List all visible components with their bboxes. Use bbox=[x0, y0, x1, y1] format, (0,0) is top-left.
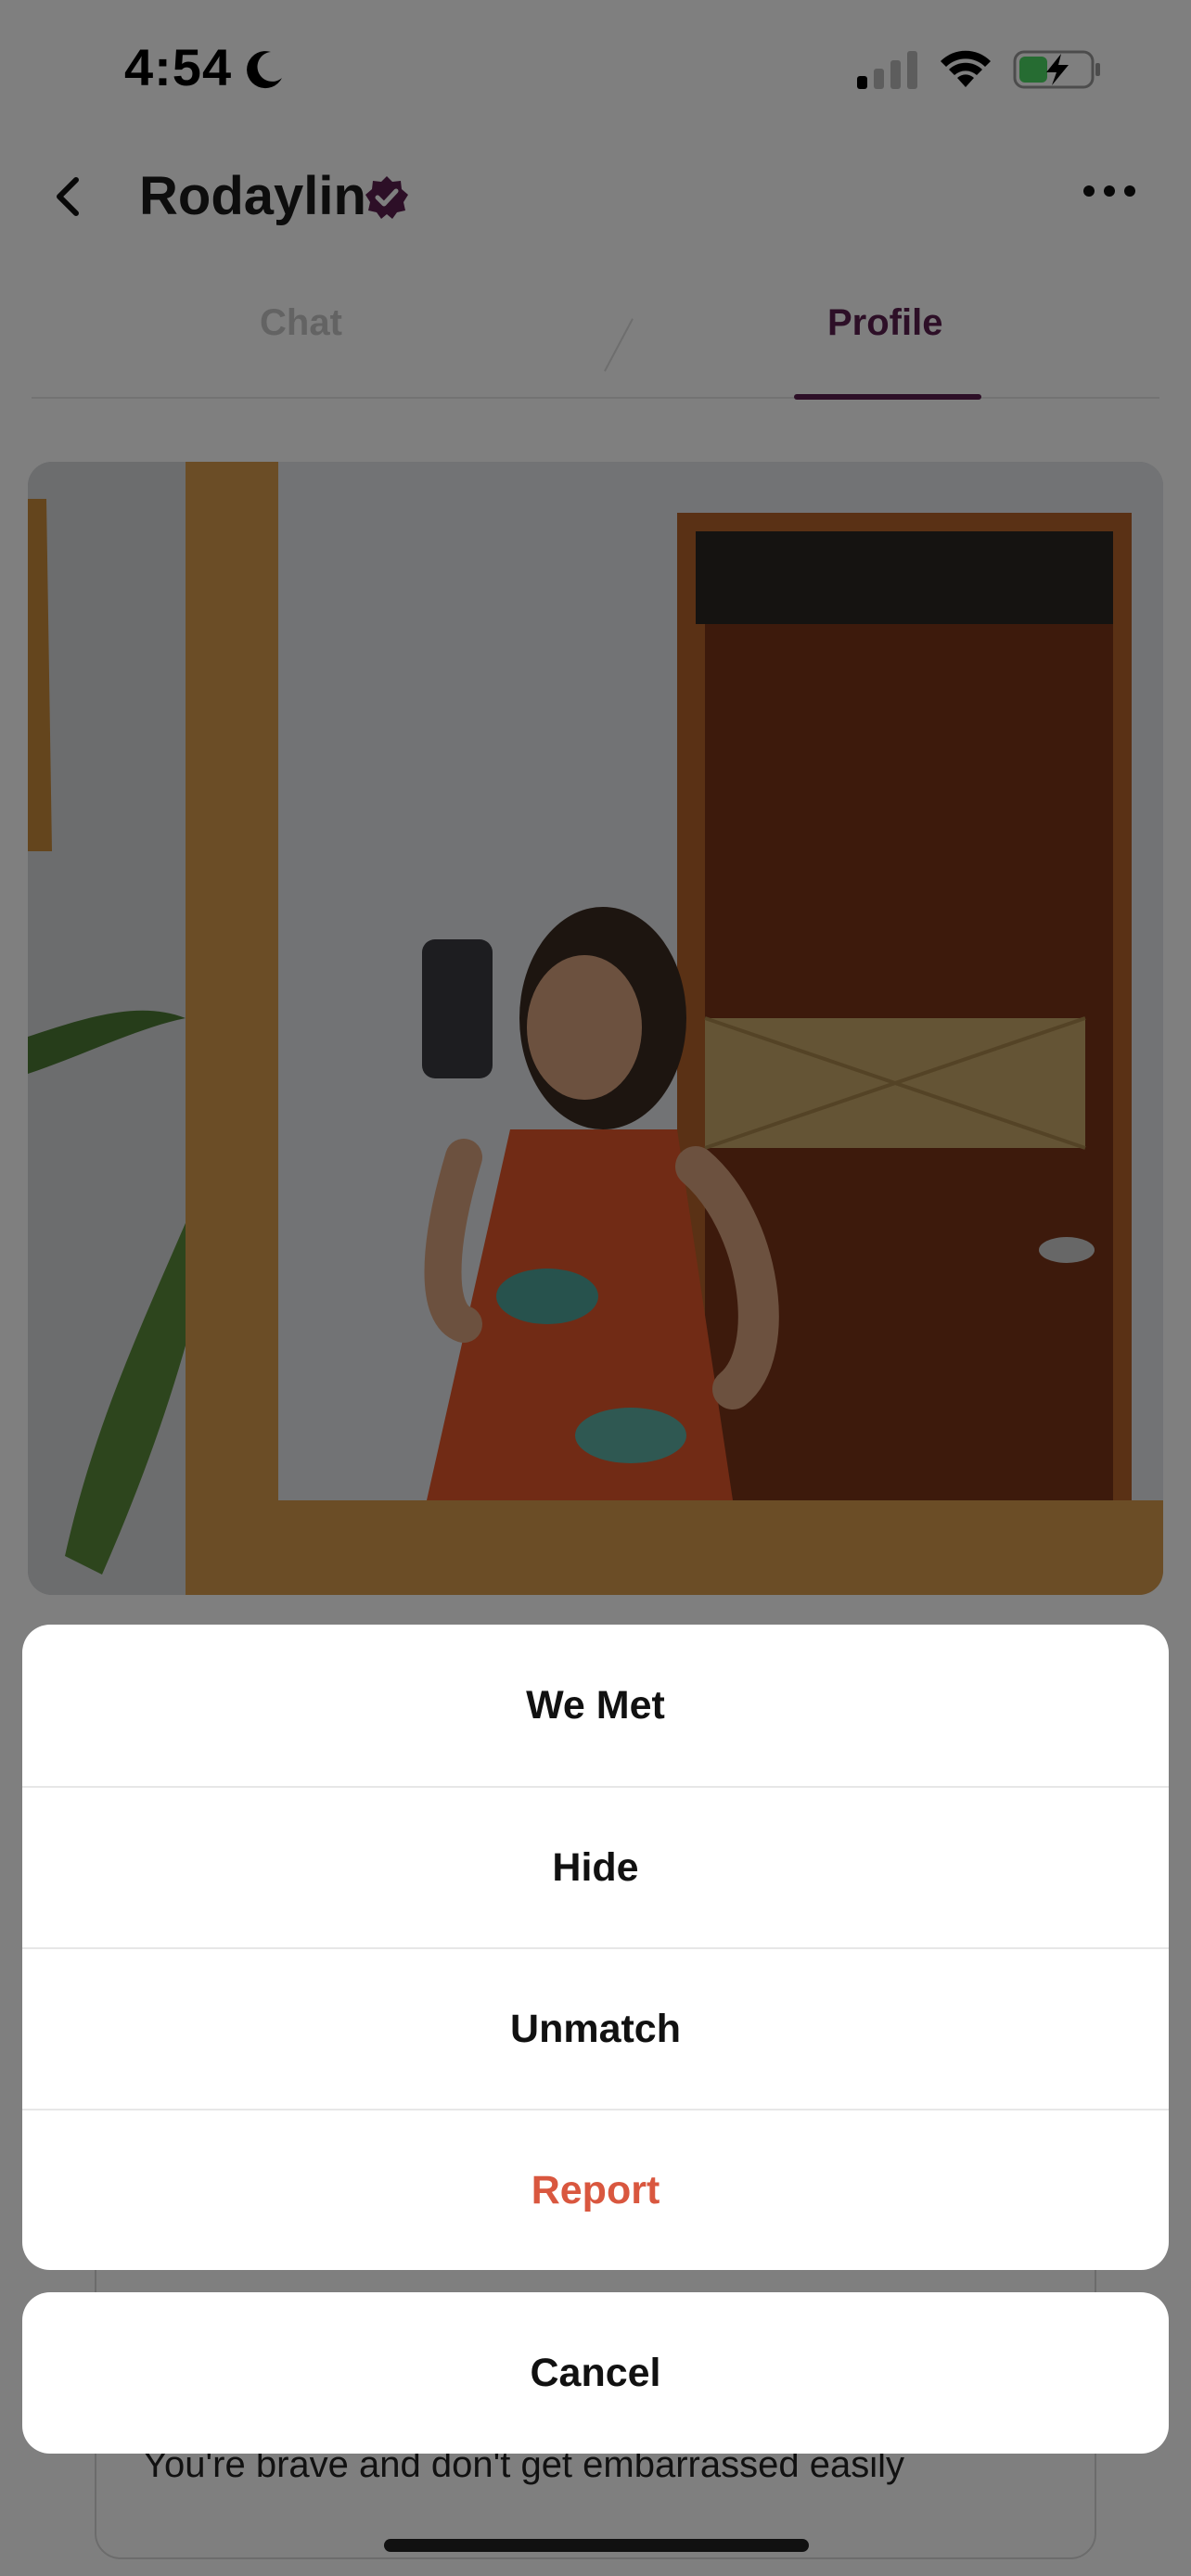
hide-button[interactable]: Hide bbox=[22, 1786, 1169, 1947]
cancel-button[interactable]: Cancel bbox=[22, 2292, 1169, 2454]
home-indicator bbox=[384, 2539, 809, 2552]
report-button[interactable]: Report bbox=[22, 2109, 1169, 2270]
we-met-button[interactable]: We Met bbox=[22, 1625, 1169, 1786]
action-sheet: We Met Hide Unmatch Report bbox=[22, 1625, 1169, 2270]
unmatch-button[interactable]: Unmatch bbox=[22, 1947, 1169, 2109]
